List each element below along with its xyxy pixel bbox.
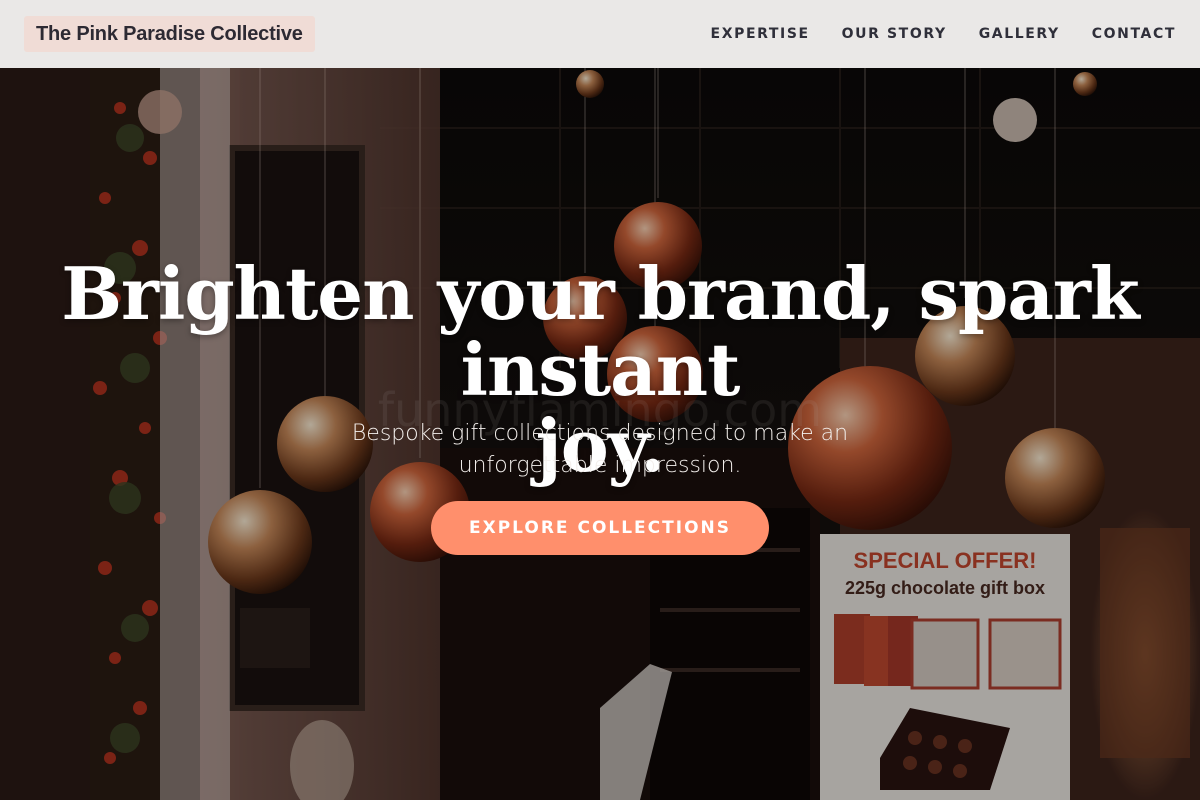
nav-link-gallery[interactable]: GALLERY bbox=[979, 26, 1060, 42]
site-header: The Pink Paradise Collective EXPERTISE O… bbox=[0, 0, 1200, 68]
brand-logo[interactable]: The Pink Paradise Collective bbox=[24, 16, 315, 52]
hero-section: SPECIAL OFFER! 225g chocolate gift box f… bbox=[0, 68, 1200, 800]
explore-collections-button[interactable]: EXPLORE COLLECTIONS bbox=[431, 501, 769, 555]
hero-subtitle-line-1: Bespoke gift collections designed to mak… bbox=[351, 421, 849, 446]
hero-content: Brighten your brand, spark instant joy. … bbox=[0, 68, 1200, 800]
hero-subtitle-line-2: unforgettable impression. bbox=[458, 453, 742, 478]
nav-link-contact[interactable]: CONTACT bbox=[1092, 26, 1176, 42]
hero-headline-line-1: Brighten your brand, spark instant bbox=[61, 251, 1140, 412]
main-nav: EXPERTISE OUR STORY GALLERY CONTACT bbox=[711, 26, 1176, 42]
nav-link-our-story[interactable]: OUR STORY bbox=[842, 26, 947, 42]
hero-subtitle: Bespoke gift collections designed to mak… bbox=[300, 418, 900, 482]
nav-link-expertise[interactable]: EXPERTISE bbox=[711, 26, 810, 42]
